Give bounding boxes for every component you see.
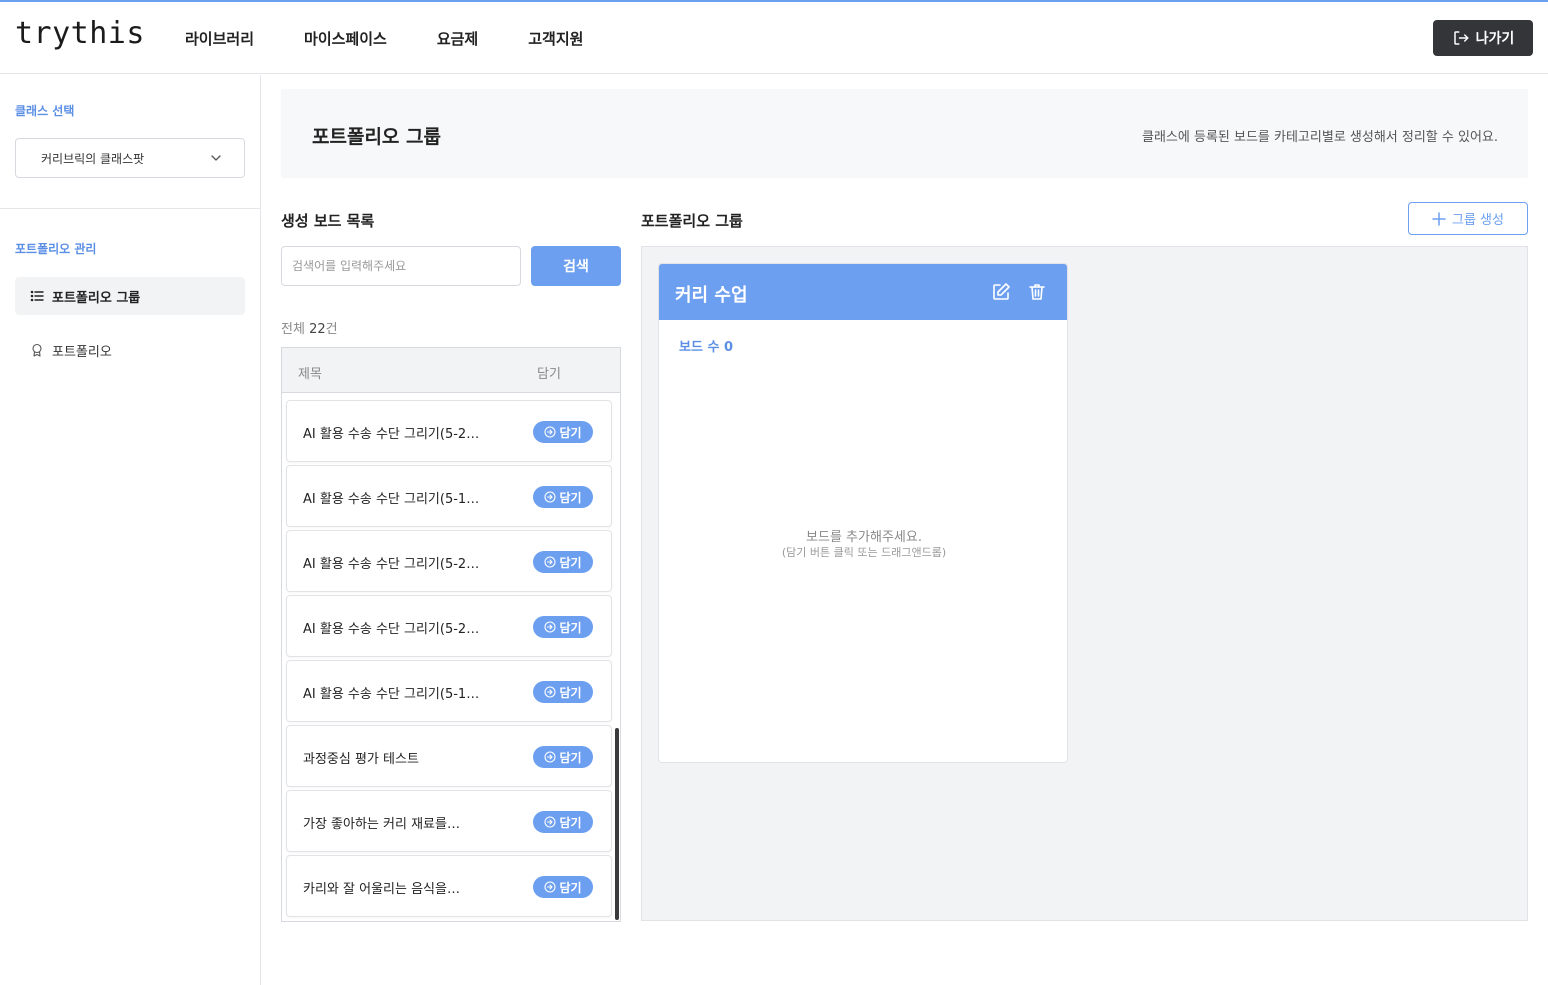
create-group-button[interactable]: 그룹 생성 xyxy=(1408,202,1528,235)
table-row[interactable]: AI 활용 수송 수단 그리기(5-1반) 담기 xyxy=(286,465,612,527)
row-title: AI 활용 수송 수단 그리기(5-1반) xyxy=(303,492,483,507)
board-table-header: 제목 담기 xyxy=(282,348,620,393)
row-title: AI 활용 수송 수단 그리기(5-2반) xyxy=(303,622,483,637)
table-row[interactable]: AI 활용 수송 수단 그리기(5-2반) 담기 xyxy=(286,530,612,592)
board-count-value: 0 xyxy=(723,340,733,355)
board-rows: AI 활용 수송 수단 그리기(5-2반) 담기 AI 활용 수송 수단 그리기(5… xyxy=(286,400,612,920)
row-title: 과정중심 평가 테스트 xyxy=(303,752,419,767)
board-table: 제목 담기 AI 활용 수송 수단 그리기(5-2반) 담기 AI 활용 수송 수단… xyxy=(281,347,621,922)
group-card-header: 커리 수업 xyxy=(659,264,1067,320)
list-icon xyxy=(30,290,44,302)
enter-icon xyxy=(544,816,557,828)
take-button-label: 담기 xyxy=(559,490,582,505)
award-icon xyxy=(32,343,42,357)
total-prefix: 전체 xyxy=(281,322,305,337)
take-button-label: 담기 xyxy=(559,815,582,830)
take-button[interactable]: 담기 xyxy=(533,876,593,898)
take-button[interactable]: 담기 xyxy=(533,811,593,833)
nav-support[interactable]: 고객지원 xyxy=(528,28,583,49)
take-button[interactable]: 담기 xyxy=(533,681,593,703)
enter-icon xyxy=(544,491,557,503)
enter-icon xyxy=(544,751,557,763)
group-panel-title: 포트폴리오 그룹 xyxy=(641,212,743,230)
board-count: 보드 수 0 xyxy=(679,336,733,355)
take-button-label: 담기 xyxy=(559,880,582,895)
total-count: 전체 22건 xyxy=(281,318,338,337)
app-logo[interactable]: trythis xyxy=(15,16,145,51)
column-title-header: 제목 xyxy=(298,367,322,382)
take-button-label: 담기 xyxy=(559,620,582,635)
trash-icon[interactable] xyxy=(1027,282,1047,302)
page-description: 클래스에 등록된 보드를 카테고리별로 생성해서 정리할 수 있어요. xyxy=(1142,130,1498,145)
nav-myspace[interactable]: 마이스페이스 xyxy=(304,28,387,49)
row-title: 가장 좋아하는 커리 재료를… xyxy=(303,817,460,832)
sidebar-item-label: 포트폴리오 xyxy=(52,344,112,360)
sidebar: 클래스 선택 커리브릭의 클래스팟 포트폴리오 관리 포트폴리오 그룹 포트폴리… xyxy=(0,75,261,985)
nav-pricing[interactable]: 요금제 xyxy=(437,28,478,49)
board-list-scrollbar[interactable] xyxy=(615,728,619,920)
enter-icon xyxy=(544,426,557,438)
take-button-label: 담기 xyxy=(559,425,582,440)
top-header: trythis 라이브러리 마이스페이스 요금제 고객지원 나가기 xyxy=(0,2,1548,74)
take-button-label: 담기 xyxy=(559,685,582,700)
sidebar-item-portfolio[interactable]: 포트폴리오 xyxy=(15,331,245,369)
take-button-label: 담기 xyxy=(559,555,582,570)
table-row[interactable]: AI 활용 수송 수단 그리기(5-2반) 담기 xyxy=(286,400,612,462)
row-title: 카리와 잘 어울리는 음식을… xyxy=(303,882,460,897)
total-number: 22 xyxy=(309,322,326,337)
enter-icon xyxy=(544,686,557,698)
group-drop-area: 커리 수업 보드 수 0 보드를 추가해주세요. (담기 버튼 클릭 또는 드래… xyxy=(641,246,1528,921)
main-nav: 라이브러리 마이스페이스 요금제 고객지원 xyxy=(185,28,633,49)
page-title: 포트폴리오 그룹 xyxy=(312,126,441,148)
take-button[interactable]: 담기 xyxy=(533,746,593,768)
take-button[interactable]: 담기 xyxy=(533,616,593,638)
create-group-label: 그룹 생성 xyxy=(1452,213,1504,228)
take-button[interactable]: 담기 xyxy=(533,421,593,443)
group-card[interactable]: 커리 수업 보드 수 0 보드를 추가해주세요. (담기 버튼 클릭 또는 드래… xyxy=(658,263,1068,763)
column-take-header: 담기 xyxy=(537,367,561,382)
row-title: AI 활용 수송 수단 그리기(5-1반) xyxy=(303,687,483,702)
sidebar-item-portfolio-group[interactable]: 포트폴리오 그룹 xyxy=(15,277,245,315)
exit-button[interactable]: 나가기 xyxy=(1433,20,1533,56)
class-select-label: 클래스 선택 xyxy=(15,104,75,118)
exit-button-label: 나가기 xyxy=(1475,31,1515,47)
logout-icon xyxy=(1453,31,1469,45)
class-select-value: 커리브릭의 클래스팟 xyxy=(41,151,145,166)
row-title: AI 활용 수송 수단 그리기(5-2반) xyxy=(303,557,483,572)
empty-hint: (담기 버튼 클릭 또는 드래그앤드롭) xyxy=(781,546,947,559)
search-input[interactable] xyxy=(281,246,521,286)
edit-icon[interactable] xyxy=(991,282,1011,302)
table-row[interactable]: AI 활용 수송 수단 그리기(5-2반) 담기 xyxy=(286,595,612,657)
search-button[interactable]: 검색 xyxy=(531,246,621,286)
table-row[interactable]: 카리와 잘 어울리는 음식을… 담기 xyxy=(286,855,612,917)
sidebar-item-label: 포트폴리오 그룹 xyxy=(52,290,141,306)
enter-icon xyxy=(544,881,557,893)
table-row[interactable]: 과정중심 평가 테스트 담기 xyxy=(286,725,612,787)
nav-library[interactable]: 라이브러리 xyxy=(185,28,254,49)
table-row[interactable]: AI 활용 수송 수단 그리기(5-1반) 담기 xyxy=(286,660,612,722)
empty-message: 보드를 추가해주세요. xyxy=(806,530,922,545)
table-row[interactable]: 가장 좋아하는 커리 재료를… 담기 xyxy=(286,790,612,852)
board-list-title: 생성 보드 목록 xyxy=(281,212,375,230)
class-select-dropdown[interactable]: 커리브릭의 클래스팟 xyxy=(15,138,245,178)
enter-icon xyxy=(544,621,557,633)
page-banner: 포트폴리오 그룹 클래스에 등록된 보드를 카테고리별로 생성해서 정리할 수 … xyxy=(281,89,1528,178)
row-title: AI 활용 수송 수단 그리기(5-2반) xyxy=(303,427,483,442)
sidebar-divider xyxy=(0,208,260,209)
plus-icon xyxy=(1432,211,1446,226)
group-card-title: 커리 수업 xyxy=(675,285,748,306)
board-count-label: 보드 수 xyxy=(679,340,720,355)
chevron-down-icon xyxy=(211,155,221,161)
portfolio-manage-label: 포트폴리오 관리 xyxy=(15,242,97,256)
enter-icon xyxy=(544,556,557,568)
take-button-label: 담기 xyxy=(559,750,582,765)
take-button[interactable]: 담기 xyxy=(533,486,593,508)
take-button[interactable]: 담기 xyxy=(533,551,593,573)
total-suffix: 건 xyxy=(325,322,338,337)
